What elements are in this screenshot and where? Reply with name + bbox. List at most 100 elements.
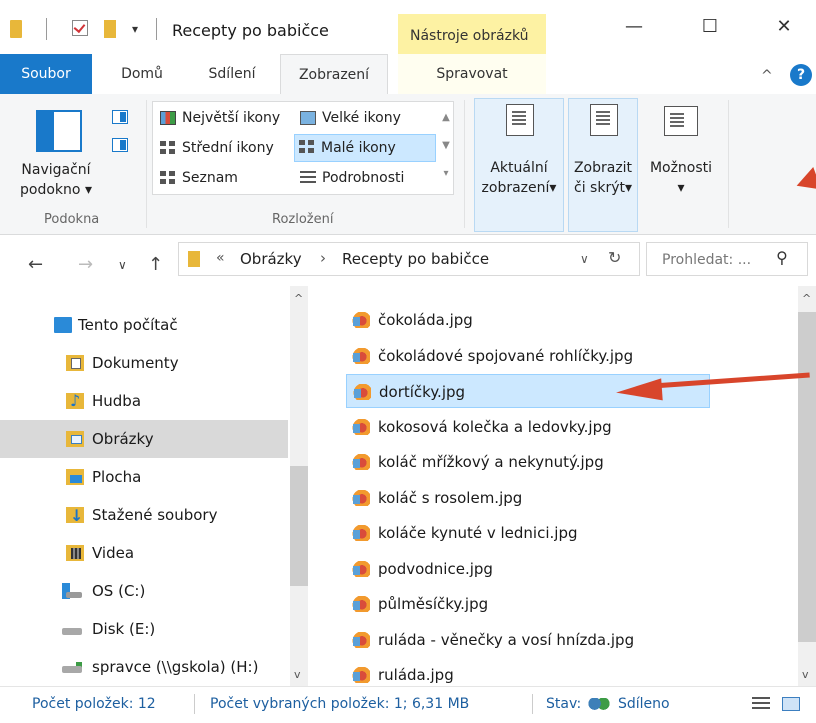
breadcrumb-current[interactable]: Recepty po babičce (342, 250, 489, 268)
layout-small-icons[interactable]: Malé ikony (294, 134, 436, 162)
nav-item-disk[interactable]: Disk (E:) (0, 610, 288, 648)
layout-small-label: Malé ikony (321, 140, 396, 156)
pictures-icon (66, 431, 84, 447)
address-dropdown-icon[interactable]: ∨ (580, 252, 589, 266)
nav-label: spravce (\\gskola) (H:) (92, 658, 259, 676)
status-state-value: Sdíleno (618, 696, 670, 712)
search-input[interactable]: Prohledat: ... (662, 252, 751, 268)
file-item[interactable]: ruláda - věnečky a vosí hnízda.jpg (346, 623, 786, 657)
new-folder-icon[interactable] (104, 20, 116, 38)
tab-view[interactable]: Zobrazení (280, 54, 388, 95)
nav-item-videos[interactable]: Videa (0, 534, 288, 572)
nav-label: Dokumenty (92, 354, 179, 372)
layout-extra-large-label: Největší ikony (182, 110, 281, 126)
file-item[interactable]: koláče kynuté v lednici.jpg (346, 516, 786, 550)
tab-file[interactable]: Soubor (0, 54, 92, 94)
file-item[interactable]: koláč mřížkový a nekynutý.jpg (346, 445, 786, 479)
options-icon[interactable] (664, 106, 698, 136)
file-name: koláč s rosolem.jpg (378, 489, 523, 507)
nav-item-pictures[interactable]: Obrázky (0, 420, 288, 458)
nav-pane-scroll-thumb[interactable] (290, 466, 308, 586)
nav-item-music[interactable]: Hudba (0, 382, 288, 420)
current-view-label-2: zobrazení (481, 180, 550, 196)
breadcrumb-overflow[interactable]: « (216, 250, 225, 266)
window-title: Recepty po babičce (172, 21, 329, 40)
navigation-pane-icon[interactable] (36, 110, 82, 152)
nav-item-this-pc[interactable]: Tento počítač (0, 306, 288, 344)
network-drive-icon (62, 659, 82, 675)
nav-item-network-drive[interactable]: spravce (\\gskola) (H:) (0, 648, 288, 686)
options-button[interactable]: Možnosti ▾ (640, 158, 722, 198)
navigation-pane-label-2: podokno (20, 182, 81, 198)
nav-item-downloads[interactable]: Stažené soubory (0, 496, 288, 535)
layout-medium-icons[interactable]: Střední ikony (156, 136, 292, 160)
large-icons-view-icon[interactable] (782, 697, 800, 711)
file-name: ruláda - věnečky a vosí hnízda.jpg (378, 631, 635, 649)
status-separator (194, 694, 195, 714)
group-separator (728, 100, 729, 228)
nav-label: Hudba (92, 392, 142, 410)
scroll-down-icon[interactable]: v (802, 668, 809, 681)
layout-details[interactable]: Podrobnosti (296, 166, 436, 190)
navigation-pane-button[interactable]: Navigační podokno ▾ (4, 160, 108, 200)
chevron-down-icon: ▾ (84, 182, 92, 198)
tab-manage[interactable]: Spravovat (398, 54, 546, 94)
maximize-button[interactable]: ☐ (690, 12, 730, 42)
layout-gallery-scroll[interactable]: ▲ ▼ ▾ (440, 104, 452, 188)
chevron-down-icon[interactable]: ▾ (132, 22, 138, 36)
status-state-label: Stav: (546, 696, 582, 712)
options-label: Možnosti (649, 160, 713, 176)
scroll-down-icon[interactable]: v (294, 668, 301, 681)
tab-home[interactable]: Domů (104, 54, 180, 94)
scroll-up-icon[interactable]: ^ (802, 292, 811, 305)
nav-item-documents[interactable]: Dokumenty (0, 344, 288, 382)
documents-icon (66, 355, 84, 371)
up-button[interactable]: ↑ (148, 254, 163, 275)
layout-large-icons[interactable]: Velké ikony (296, 106, 436, 130)
back-button[interactable]: ← (28, 254, 43, 275)
tab-share[interactable]: Sdílení (192, 54, 272, 94)
quick-access-separator (46, 18, 47, 40)
minimize-button[interactable]: — (614, 12, 654, 42)
search-icon[interactable]: ⚲ (776, 248, 788, 267)
nav-item-desktop[interactable]: Plocha (0, 458, 288, 496)
details-view-icon[interactable] (752, 697, 770, 711)
layout-list[interactable]: Seznam (156, 166, 292, 190)
file-item[interactable]: čokoládové spojované rohlíčky.jpg (346, 339, 786, 373)
scroll-up-icon[interactable]: ^ (294, 292, 303, 305)
details-pane-icon[interactable] (112, 138, 128, 152)
extra-large-icons-icon (160, 111, 176, 125)
status-item-count: Počet položek: 12 (32, 696, 156, 712)
recent-locations-button[interactable]: ∨ (118, 258, 127, 272)
refresh-icon[interactable]: ↻ (608, 248, 621, 267)
file-item[interactable]: koláč s rosolem.jpg (346, 481, 786, 515)
file-item[interactable]: kokosová kolečka a ledovky.jpg (346, 410, 786, 444)
file-item[interactable]: půlměsíčky.jpg (346, 587, 786, 621)
file-name: dortíčky.jpg (379, 383, 466, 401)
close-button[interactable]: ✕ (764, 12, 804, 42)
forward-button[interactable]: → (78, 254, 93, 275)
file-item[interactable]: čokoláda.jpg (346, 303, 786, 337)
image-file-icon (352, 312, 370, 328)
file-item[interactable]: podvodnice.jpg (346, 552, 786, 586)
file-list-scroll-thumb[interactable] (798, 312, 816, 642)
file-name: ruláda.jpg (378, 666, 454, 684)
nav-label: Disk (E:) (92, 620, 156, 638)
collapse-ribbon-icon[interactable]: ^ (761, 68, 773, 84)
breadcrumb-separator[interactable]: › (320, 249, 326, 267)
current-view-label: Aktuální zobrazení▾ (474, 158, 564, 198)
layout-extra-large-icons[interactable]: Největší ikony (156, 106, 292, 130)
current-view-icon (506, 104, 534, 136)
nav-item-os-drive[interactable]: OS (C:) (0, 572, 288, 610)
current-view-label-1: Aktuální (490, 160, 548, 176)
breadcrumb-pictures[interactable]: Obrázky (240, 250, 302, 268)
preview-pane-icon[interactable] (112, 110, 128, 124)
list-icon (160, 171, 176, 185)
properties-check-icon[interactable] (72, 20, 88, 36)
nav-label: OS (C:) (92, 582, 146, 600)
downloads-icon (66, 497, 84, 535)
show-hide-label-2: či skrýt (574, 180, 625, 196)
chevron-down-icon: ▾ (624, 180, 632, 196)
help-icon[interactable]: ? (790, 64, 812, 86)
status-selected: Počet vybraných položek: 1; 6,31 MB (210, 696, 470, 712)
